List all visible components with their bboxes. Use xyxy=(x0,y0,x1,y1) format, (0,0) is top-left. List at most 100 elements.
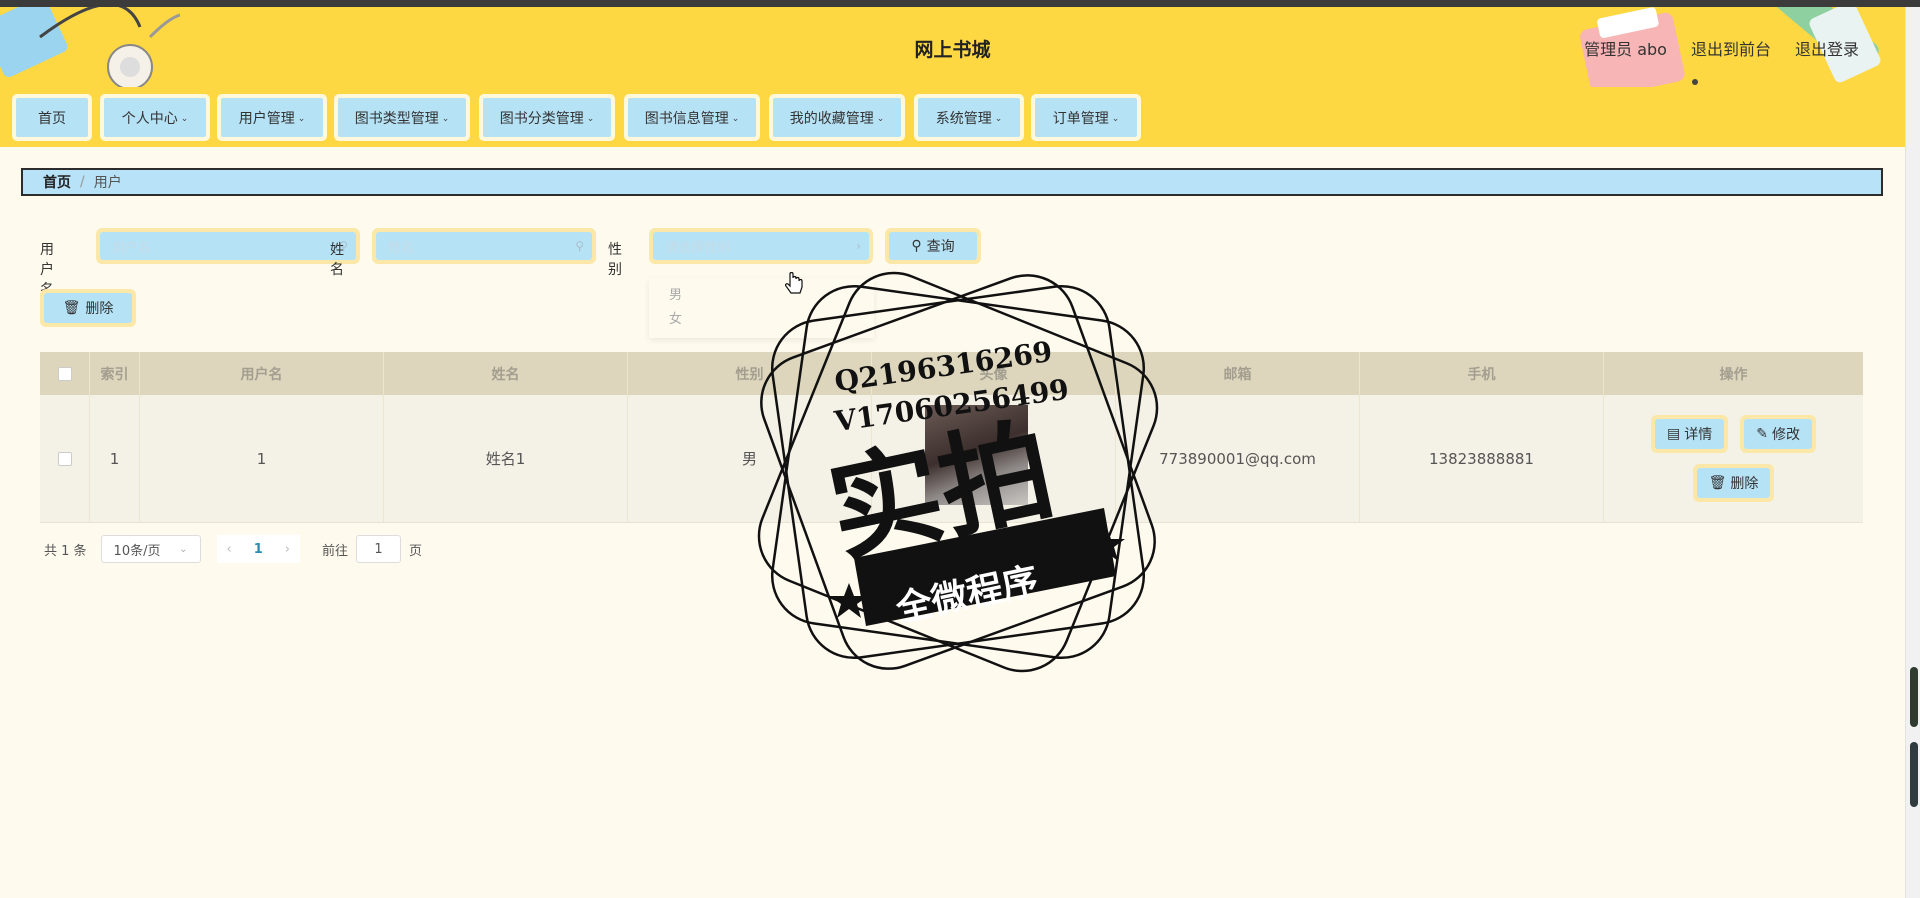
chevron-down-icon: ⌄ xyxy=(731,113,740,124)
name-search-input[interactable]: 姓名 ⚲ xyxy=(372,228,596,264)
batch-delete-button[interactable]: 🗑 删除 xyxy=(40,289,136,327)
select-all-cell xyxy=(40,352,90,395)
chevron-down-icon: ⌄ xyxy=(441,113,450,124)
hand-cursor-icon xyxy=(785,272,803,294)
nav-item-favorites-management[interactable]: 我的收藏管理 ⌄ xyxy=(769,94,905,141)
window-top-strip xyxy=(0,0,1920,7)
nav-item-label: 订单管理 xyxy=(1052,110,1109,127)
watermark-photo xyxy=(925,405,1028,505)
breadcrumb-current: 用户 xyxy=(93,175,122,191)
logout-link[interactable]: 退出登录 xyxy=(1795,36,1859,60)
chevron-down-icon: ⌄ xyxy=(297,113,306,124)
cell-index: 1 xyxy=(90,395,140,522)
cell-phone: 13823888881 xyxy=(1360,395,1604,522)
cell-name: 姓名1 xyxy=(384,395,628,522)
row-delete-button[interactable]: 🗑 删除 xyxy=(1692,464,1775,502)
row-checkbox[interactable] xyxy=(57,451,72,466)
breadcrumb: 首页 / 用户 xyxy=(21,168,1883,196)
scrollbar-thumb[interactable] xyxy=(1910,742,1918,807)
goto-page-input[interactable]: 1 xyxy=(356,535,402,563)
row-delete-label: 删除 xyxy=(1730,476,1759,492)
column-header: 索引 xyxy=(90,352,140,395)
admin-user-label[interactable]: 管理员 abo xyxy=(1584,36,1667,60)
detail-button[interactable]: ▤ 详情 xyxy=(1651,415,1729,453)
column-header: 头像 xyxy=(872,352,1116,395)
trash-icon: 🗑 xyxy=(62,300,81,316)
nav-item-label: 图书分类管理 xyxy=(499,110,584,127)
query-button[interactable]: ⚲ 查询 xyxy=(885,228,981,264)
goto-page: 前往 1 页 xyxy=(322,535,422,563)
nav-item-label: 系统管理 xyxy=(935,110,992,127)
breadcrumb-home[interactable]: 首页 xyxy=(43,172,71,192)
column-header: 手机 xyxy=(1360,352,1604,395)
username-placeholder: 用户名 xyxy=(112,240,152,256)
gender-dropdown: 男 女 xyxy=(649,278,874,338)
prev-page-icon[interactable]: ‹ xyxy=(227,542,232,557)
breadcrumb-separator: / xyxy=(80,174,85,190)
gender-option-female[interactable]: 女 xyxy=(649,308,874,332)
nav-item-home[interactable]: 首页 xyxy=(12,94,92,141)
nav-item-label: 首页 xyxy=(38,110,66,127)
search-icon: ⚲ xyxy=(911,238,922,254)
nav-item-book-info-management[interactable]: 图书信息管理 ⌄ xyxy=(624,94,760,141)
table-header: 索引 用户名 姓名 性别 头像 邮箱 手机 操作 xyxy=(40,352,1863,395)
goto-prefix: 前往 xyxy=(322,543,349,559)
trash-icon: 🗑 xyxy=(1708,475,1727,491)
header-links: 管理员 abo 退出到前台 退出登录 xyxy=(1584,36,1859,60)
chevron-down-icon: ⌄ xyxy=(586,113,595,124)
pagination: 共 1 条 10条/页 ⌄ ‹ 1 › 前往 1 页 xyxy=(44,535,422,563)
top-nav: 首页 个人中心 ⌄ 用户管理 ⌄ 图书类型管理 ⌄ 图书分类管理 ⌄ 图书信息管理 ⌄ 我… xyxy=(0,87,1905,147)
chevron-down-icon: ⌄ xyxy=(179,543,188,555)
watermark-banner: 全微程序 xyxy=(891,559,1042,630)
chevron-down-icon: ⌄ xyxy=(180,113,189,124)
scrollbar-thumb[interactable] xyxy=(1910,667,1918,727)
delete-button-label: 删除 xyxy=(85,301,114,317)
header: 网上书城 管理员 abo 退出到前台 退出登录 xyxy=(0,7,1905,87)
nav-item-book-category-management[interactable]: 图书分类管理 ⌄ xyxy=(479,94,615,141)
gender-label: 性别 xyxy=(608,242,622,278)
select-all-checkbox[interactable] xyxy=(57,366,72,381)
current-page[interactable]: 1 xyxy=(254,542,263,557)
gender-option-male[interactable]: 男 xyxy=(649,284,874,308)
row-select-cell xyxy=(40,395,90,522)
vertical-scrollbar[interactable] xyxy=(1905,7,1920,898)
nav-item-label: 个人中心 xyxy=(121,110,178,127)
page-size-select[interactable]: 10条/页 ⌄ xyxy=(100,535,201,563)
nav-item-label: 图书信息管理 xyxy=(644,110,729,127)
username-search-input[interactable]: 用户名 ⚲ xyxy=(96,228,360,264)
edit-button-label: 修改 xyxy=(1771,427,1800,443)
nav-item-label: 图书类型管理 xyxy=(354,110,439,127)
name-placeholder: 姓名 xyxy=(388,240,415,256)
nav-item-order-management[interactable]: 订单管理 ⌄ xyxy=(1031,94,1141,141)
nav-item-label: 我的收藏管理 xyxy=(789,110,874,127)
column-header: 姓名 xyxy=(384,352,628,395)
page-nav: ‹ 1 › xyxy=(216,535,300,563)
nav-item-user-management[interactable]: 用户管理 ⌄ xyxy=(217,94,327,141)
chevron-down-icon: ⌄ xyxy=(876,113,885,124)
page-size-value: 10条/页 xyxy=(113,543,161,559)
nav-item-label: 用户管理 xyxy=(238,110,295,127)
cell-email: 773890001@qq.com xyxy=(1116,395,1360,522)
gender-select[interactable]: 请选择性别 › xyxy=(649,228,873,264)
gender-placeholder: 请选择性别 xyxy=(665,240,731,256)
back-to-front-link[interactable]: 退出到前台 xyxy=(1691,36,1771,60)
column-header: 操作 xyxy=(1719,366,1748,383)
nav-item-book-type-management[interactable]: 图书类型管理 ⌄ xyxy=(334,94,470,141)
name-label: 姓名 xyxy=(330,242,344,278)
nav-item-system-management[interactable]: 系统管理 ⌄ xyxy=(914,94,1024,141)
detail-button-label: 详情 xyxy=(1684,427,1713,443)
column-header: 邮箱 xyxy=(1116,352,1360,395)
nav-item-personal-center[interactable]: 个人中心 ⌄ xyxy=(100,94,210,141)
column-header: 性别 xyxy=(628,352,872,395)
goto-suffix: 页 xyxy=(409,543,423,559)
cell-gender: 男 xyxy=(628,395,872,522)
chevron-down-icon: ⌄ xyxy=(1111,113,1120,124)
column-header: 用户名 xyxy=(140,352,384,395)
document-icon: ▤ xyxy=(1667,426,1681,442)
cell-operations: ▤ 详情 ✎ 修改 🗑 删除 xyxy=(1604,395,1863,522)
cell-username: 1 xyxy=(140,395,384,522)
edit-button[interactable]: ✎ 修改 xyxy=(1740,415,1816,453)
query-button-label: 查询 xyxy=(926,239,955,255)
next-page-icon[interactable]: › xyxy=(285,542,290,557)
total-count: 共 1 条 xyxy=(44,543,87,559)
